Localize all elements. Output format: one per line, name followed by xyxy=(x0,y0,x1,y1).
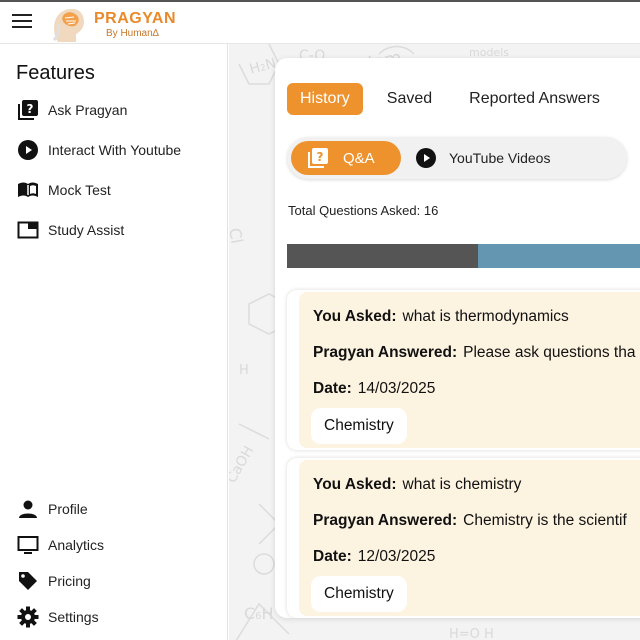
sidebar-item-pricing[interactable]: Pricing xyxy=(16,569,91,593)
svg-text:?: ? xyxy=(27,102,34,116)
sidebar-item-label: Study Assist xyxy=(48,222,125,238)
answer-line: Pragyan Answered: Please ask questions th… xyxy=(313,344,635,362)
qa-history-list: You Asked: what is thermodynamics Pragyan… xyxy=(287,290,640,618)
monitor-icon xyxy=(16,533,40,557)
sidebar-item-interact-youtube[interactable]: Interact With Youtube xyxy=(16,138,181,162)
svg-text:C6H: C6H xyxy=(244,604,274,623)
question-text: what is thermodynamics xyxy=(402,308,569,325)
date-line: Date: 14/03/2025 xyxy=(313,380,435,398)
tab-saved[interactable]: Saved xyxy=(374,83,445,115)
sidebar-item-label: Settings xyxy=(48,609,99,625)
question-line: You Asked: what is chemistry xyxy=(313,476,521,494)
youtube-videos-label: YouTube Videos xyxy=(449,150,551,166)
svg-text:H=O H: H=O H xyxy=(449,627,494,640)
answer-text: Chemistry is the scientif xyxy=(463,512,627,529)
sidebar-item-profile[interactable]: Profile xyxy=(16,497,88,521)
date-text: 14/03/2025 xyxy=(357,380,436,397)
date-label: Date: xyxy=(313,548,352,565)
play-circle-icon xyxy=(16,138,40,162)
subject-chip[interactable]: Chemistry xyxy=(311,408,407,444)
content-type-switch: ? Q&A YouTube Videos xyxy=(287,137,627,179)
brain-head-logo-icon xyxy=(52,8,84,43)
subject-chip[interactable]: Chemistry xyxy=(311,576,407,612)
tab-reported-answers[interactable]: Reported Answers xyxy=(456,83,613,115)
answer-text: Please ask questions tha xyxy=(463,344,636,361)
date-label: Date: xyxy=(313,380,352,397)
qa-toggle-label: Q&A xyxy=(343,149,375,167)
sidebar-heading: Features xyxy=(16,62,95,84)
sidebar-item-label: Analytics xyxy=(48,537,105,553)
answered-label: Pragyan Answered: xyxy=(313,344,458,361)
question-book-icon: ? xyxy=(308,148,328,168)
question-text: what is chemistry xyxy=(402,476,522,493)
svg-text:Cl: Cl xyxy=(229,226,246,245)
tag-icon xyxy=(16,569,40,593)
sidebar-item-label: Ask Pragyan xyxy=(48,102,128,118)
history-card: History Saved Reported Answers ? Q&A You… xyxy=(275,58,640,618)
svg-text:CaOH: CaOH xyxy=(229,443,257,486)
svg-text:?: ? xyxy=(317,150,324,164)
open-book-icon xyxy=(16,178,40,202)
hamburger-menu-icon[interactable] xyxy=(12,14,32,30)
questions-progress-fill xyxy=(287,244,479,268)
sidebar-item-mock-test[interactable]: Mock Test xyxy=(16,178,111,202)
youtube-videos-toggle-button[interactable]: YouTube Videos xyxy=(415,145,550,171)
list-item[interactable]: You Asked: what is thermodynamics Pragyan… xyxy=(287,290,640,450)
qa-entry-body: You Asked: what is chemistry Pragyan Answ… xyxy=(299,460,640,616)
tab-history[interactable]: History xyxy=(287,83,363,115)
total-questions-text: Total Questions Asked: 16 xyxy=(288,203,439,218)
asked-label: You Asked: xyxy=(313,476,397,493)
qa-entry-body: You Asked: what is thermodynamics Pragyan… xyxy=(299,292,640,448)
answered-label: Pragyan Answered: xyxy=(313,512,458,529)
questions-progress-bar xyxy=(287,244,640,268)
svg-text:H: H xyxy=(239,363,249,378)
sidebar-item-label: Interact With Youtube xyxy=(48,142,182,158)
play-circle-icon xyxy=(416,148,436,168)
sidebar-item-settings[interactable]: Settings xyxy=(16,605,99,629)
question-line: You Asked: what is thermodynamics xyxy=(313,308,569,326)
asked-label: You Asked: xyxy=(313,308,397,325)
top-bar: PRAGYAN By Human∆ xyxy=(0,0,640,44)
sidebar-item-study-assist[interactable]: Study Assist xyxy=(16,218,124,242)
date-line: Date: 12/03/2025 xyxy=(313,548,435,566)
gear-icon xyxy=(16,605,40,629)
brand-logo[interactable]: PRAGYAN By Human∆ xyxy=(50,6,176,44)
window-icon xyxy=(16,218,40,242)
sidebar-item-analytics[interactable]: Analytics xyxy=(16,533,104,557)
brand-name: PRAGYAN xyxy=(94,10,177,27)
person-icon xyxy=(16,497,40,521)
sidebar-item-ask-pragyan[interactable]: ? Ask Pragyan xyxy=(16,98,127,122)
date-text: 12/03/2025 xyxy=(357,548,436,565)
sidebar-item-label: Profile xyxy=(48,501,88,517)
answer-line: Pragyan Answered: Chemistry is the scient… xyxy=(313,512,627,530)
brand-tagline: By Human∆ xyxy=(106,28,159,39)
sidebar-item-label: Pricing xyxy=(48,573,91,589)
tab-bar: History Saved Reported Answers xyxy=(287,83,613,115)
qa-toggle-button[interactable]: ? Q&A xyxy=(291,141,401,175)
sidebar-item-label: Mock Test xyxy=(48,182,111,198)
sidebar: Features ? Ask Pragyan Interact With You… xyxy=(0,44,228,640)
list-item[interactable]: You Asked: what is chemistry Pragyan Answ… xyxy=(287,458,640,618)
question-book-icon: ? xyxy=(16,98,40,122)
